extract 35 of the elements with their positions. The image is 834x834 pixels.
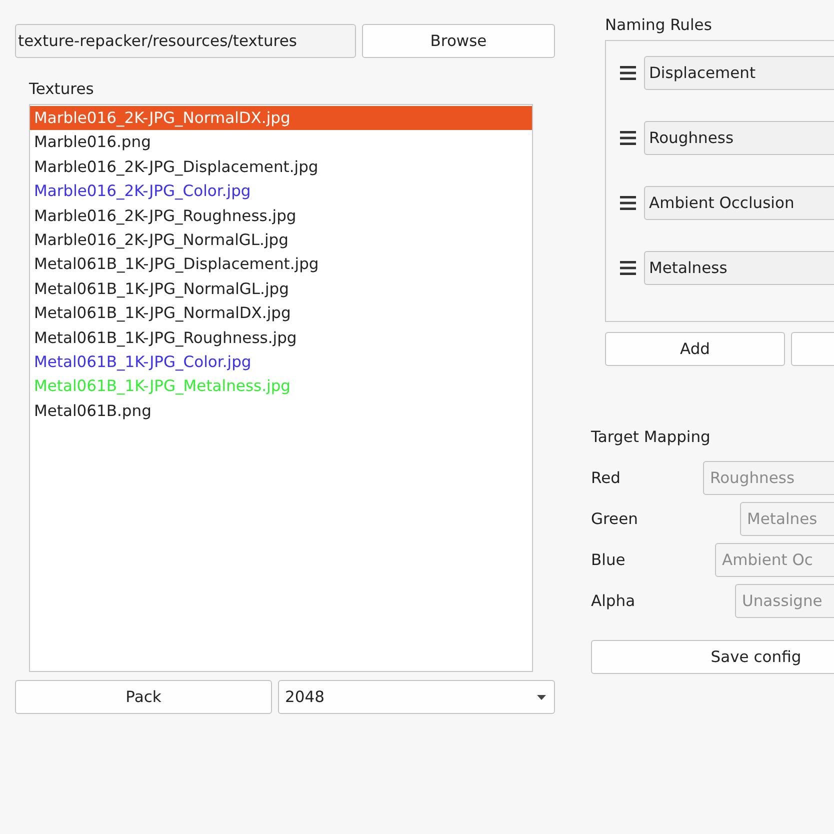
pack-button[interactable]: Pack	[15, 680, 272, 714]
texture-item[interactable]: Metal061B_1K-JPG_Roughness.jpg	[30, 326, 532, 350]
rule-field[interactable]: Ambient Occlusion	[644, 186, 834, 220]
drag-handle-icon[interactable]	[620, 131, 636, 145]
texture-item[interactable]: Marble016_2K-JPG_NormalDX.jpg	[30, 106, 532, 130]
texture-item[interactable]: Metal061B.png	[30, 398, 532, 424]
texture-item[interactable]: Marble016_2K-JPG_Displacement.jpg	[30, 154, 532, 180]
rule-field[interactable]: Displacement	[644, 56, 834, 90]
channel-label: Blue	[591, 551, 626, 569]
naming-rules-label: Naming Rules	[605, 16, 712, 34]
dropdown-caret-icon	[537, 694, 546, 700]
texture-item[interactable]: Marble016.png	[30, 130, 532, 155]
drag-handle-icon[interactable]	[620, 261, 636, 275]
texture-item[interactable]: Metal061B_1K-JPG_NormalGL.jpg	[30, 276, 532, 302]
browse-button[interactable]: Browse	[362, 24, 555, 58]
target-mapping-label: Target Mapping	[591, 428, 710, 446]
drag-handle-icon[interactable]	[620, 196, 636, 210]
add-button[interactable]: Add	[605, 332, 785, 366]
save-config-button[interactable]: Save config	[591, 640, 834, 674]
size-value: 2048	[285, 688, 324, 706]
path-field[interactable]: texture-repacker/resources/textures	[15, 24, 356, 58]
texture-item[interactable]: Metal061B_1K-JPG_Color.jpg	[30, 350, 532, 374]
channel-label: Alpha	[591, 592, 636, 610]
texture-item[interactable]: Metal061B_1K-JPG_NormalDX.jpg	[30, 301, 532, 326]
drag-handle-icon[interactable]	[620, 66, 636, 80]
channel-label: Red	[591, 469, 622, 487]
rule-field[interactable]: Roughness	[644, 121, 834, 155]
texture-item[interactable]: Metal061B_1K-JPG_Displacement.jpg	[30, 252, 532, 277]
texture-item[interactable]: Marble016_2K-JPG_Color.jpg	[30, 179, 532, 204]
size-combo[interactable]: 2048	[278, 680, 555, 714]
rule-field[interactable]: Metalness	[644, 251, 834, 285]
texture-item[interactable]: Marble016_2K-JPG_NormalGL.jpg	[30, 228, 532, 252]
channel-label: Green	[591, 510, 639, 528]
textures-label: Textures	[29, 80, 94, 98]
texture-item[interactable]: Marble016_2K-JPG_Roughness.jpg	[30, 204, 532, 228]
